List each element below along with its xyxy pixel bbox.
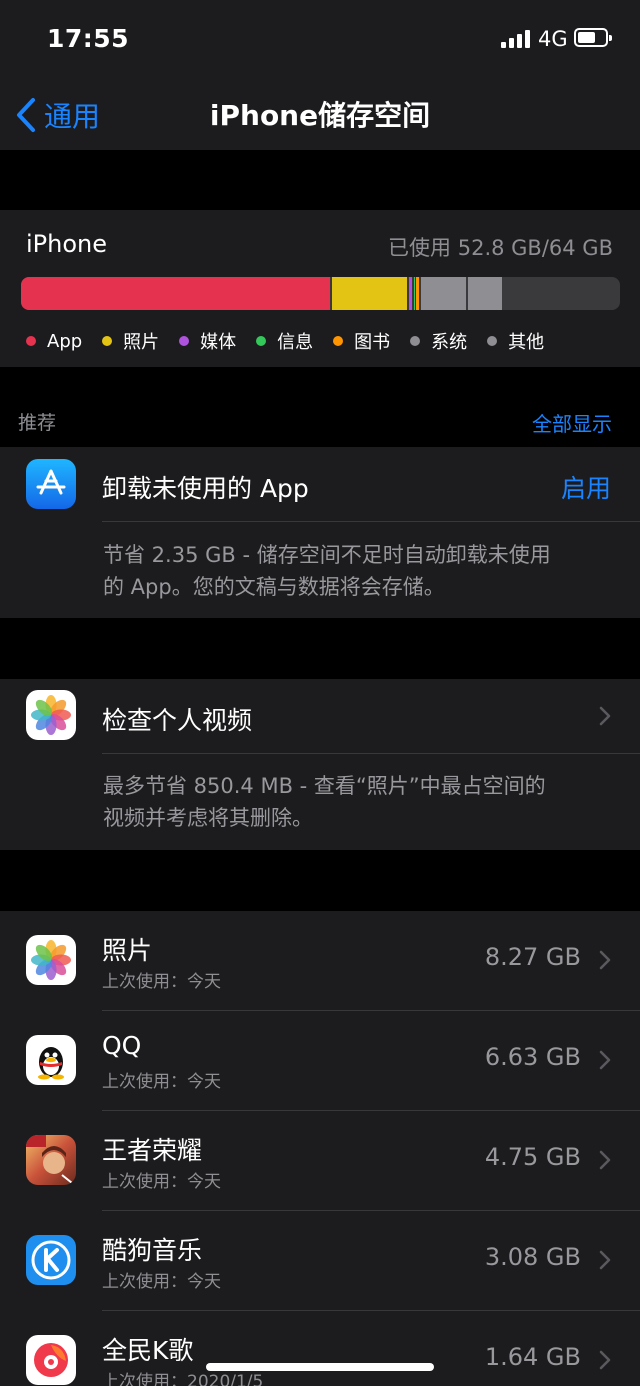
- network-type: 4G: [538, 27, 568, 51]
- app-name: 全民K歌: [102, 1336, 194, 1365]
- app-last-used: 上次使用：今天: [102, 972, 221, 992]
- legend-item: 媒体: [179, 328, 236, 354]
- kugou-music-icon: [26, 1235, 76, 1285]
- photos-icon: [26, 935, 76, 985]
- review-videos-card[interactable]: 检查个人视频 最多节省 850.4 MB - 查看“照片”中最占空间的 视频并考…: [0, 679, 640, 850]
- honor-of-kings-icon: [26, 1135, 76, 1185]
- recommend-header: 推荐: [18, 412, 57, 434]
- videos-desc-line: 最多节省 850.4 MB - 查看“照片”中最占空间的: [103, 774, 546, 798]
- storage-segment-0: [21, 277, 331, 310]
- app-name: 王者荣耀: [102, 1136, 203, 1165]
- legend-dot: [333, 336, 344, 346]
- offload-description: 节省 2.35 GB - 储存空间不足时自动卸载未使用 的 App。您的文稿与数…: [103, 539, 613, 603]
- videos-desc-line: 视频并考虑将其删除。: [103, 806, 313, 830]
- legend-label: App: [47, 330, 83, 352]
- storage-segment-4: [416, 277, 420, 310]
- chevron-right-icon: [599, 1050, 611, 1070]
- legend-dot: [26, 336, 36, 346]
- storage-segment-3: [413, 277, 415, 310]
- status-bar: 17:55 4G: [0, 0, 640, 80]
- app-size: 3.08 GB: [484, 1243, 581, 1271]
- battery-icon: [574, 28, 612, 47]
- status-time: 17:55: [47, 24, 130, 53]
- app-row-photos[interactable]: 照片 上次使用：今天 8.27 GB: [0, 911, 640, 1011]
- app-name: 照片: [102, 936, 153, 965]
- app-size: 4.75 GB: [484, 1143, 581, 1171]
- page-title: iPhone储存空间: [209, 99, 431, 132]
- legend-label: 系统: [431, 332, 468, 353]
- divider: [102, 753, 640, 754]
- app-last-used: 上次使用：今天: [102, 1172, 221, 1192]
- storage-legend: App 照片 媒体 信息 图书 系统 其他: [26, 328, 564, 354]
- review-videos-description: 最多节省 850.4 MB - 查看“照片”中最占空间的 视频并考虑将其删除。: [103, 770, 613, 834]
- enable-offload-button[interactable]: 启用: [561, 469, 611, 505]
- legend-item: 系统: [410, 328, 467, 354]
- chevron-right-icon: [599, 1350, 611, 1370]
- storage-segment-5: [421, 277, 466, 310]
- legend-label: 信息: [277, 332, 314, 353]
- app-size: 6.63 GB: [484, 1043, 581, 1071]
- legend-dot: [256, 336, 267, 346]
- legend-item: 信息: [256, 328, 313, 354]
- storage-segment-2: [409, 277, 412, 310]
- app-row-qq[interactable]: QQ 上次使用：今天 6.63 GB: [0, 1011, 640, 1111]
- navigation-bar: 通用 iPhone储存空间: [0, 80, 640, 150]
- legend-label: 图书: [354, 332, 391, 353]
- review-videos-title: 检查个人视频: [102, 706, 253, 735]
- legend-item: 图书: [333, 328, 390, 354]
- legend-dot: [410, 336, 421, 346]
- app-row-quanmin-k-ge[interactable]: 全民K歌 上次使用：2020/1/5 1.64 GB: [0, 1311, 640, 1386]
- storage-segment-1: [332, 277, 408, 310]
- offload-desc-line: 节省 2.35 GB - 储存空间不足时自动卸载未使用: [103, 543, 551, 567]
- chevron-right-icon: [599, 950, 611, 970]
- app-row-honor-of-kings[interactable]: 王者荣耀 上次使用：今天 4.75 GB: [0, 1111, 640, 1211]
- chevron-right-icon: [599, 1250, 611, 1270]
- legend-item: App: [26, 328, 82, 354]
- legend-dot: [179, 336, 190, 346]
- legend-label: 照片: [123, 332, 160, 353]
- app-list: 照片 上次使用：今天 8.27 GB QQ 上次使用：今天 6.63 GB 王者…: [0, 911, 640, 1386]
- app-size: 1.64 GB: [484, 1343, 581, 1371]
- offload-title: 卸载未使用的 App: [102, 474, 309, 503]
- legend-dot: [102, 336, 113, 346]
- chevron-right-icon: [599, 1150, 611, 1170]
- app-last-used: 上次使用：今天: [102, 1072, 221, 1092]
- storage-summary: iPhone 已使用 52.8 GB/64 GB App 照片 媒体 信息 图书 系统 其他: [0, 210, 640, 367]
- qq-icon: [26, 1035, 76, 1085]
- app-size: 8.27 GB: [484, 943, 581, 971]
- storage-usage-bar: [21, 277, 620, 310]
- offload-apps-card: 卸载未使用的 App 启用 节省 2.35 GB - 储存空间不足时自动卸载未使…: [0, 447, 640, 618]
- legend-item: 其他: [487, 328, 544, 354]
- home-indicator[interactable]: [206, 1363, 434, 1371]
- app-name: QQ: [102, 1031, 142, 1060]
- offload-desc-line: 的 App。您的文稿与数据将会存储。: [103, 575, 445, 599]
- chevron-right-icon: [599, 706, 611, 726]
- quanmin-k-ge-icon: [26, 1335, 76, 1385]
- app-row-kugou-music[interactable]: 酷狗音乐 上次使用：今天 3.08 GB: [0, 1211, 640, 1311]
- storage-used-text: 已使用 52.8 GB/64 GB: [388, 236, 613, 260]
- app-store-icon: [26, 459, 76, 509]
- legend-dot: [487, 336, 498, 346]
- show-all-link[interactable]: 全部显示: [532, 408, 612, 437]
- divider: [102, 521, 640, 522]
- legend-label: 媒体: [200, 332, 237, 353]
- app-name: 酷狗音乐: [102, 1236, 203, 1265]
- photos-icon: [26, 690, 76, 740]
- device-name: iPhone: [26, 230, 108, 258]
- legend-item: 照片: [102, 328, 159, 354]
- app-last-used: 上次使用：今天: [102, 1272, 221, 1292]
- storage-segment-6: [467, 277, 502, 310]
- legend-label: 其他: [508, 332, 545, 353]
